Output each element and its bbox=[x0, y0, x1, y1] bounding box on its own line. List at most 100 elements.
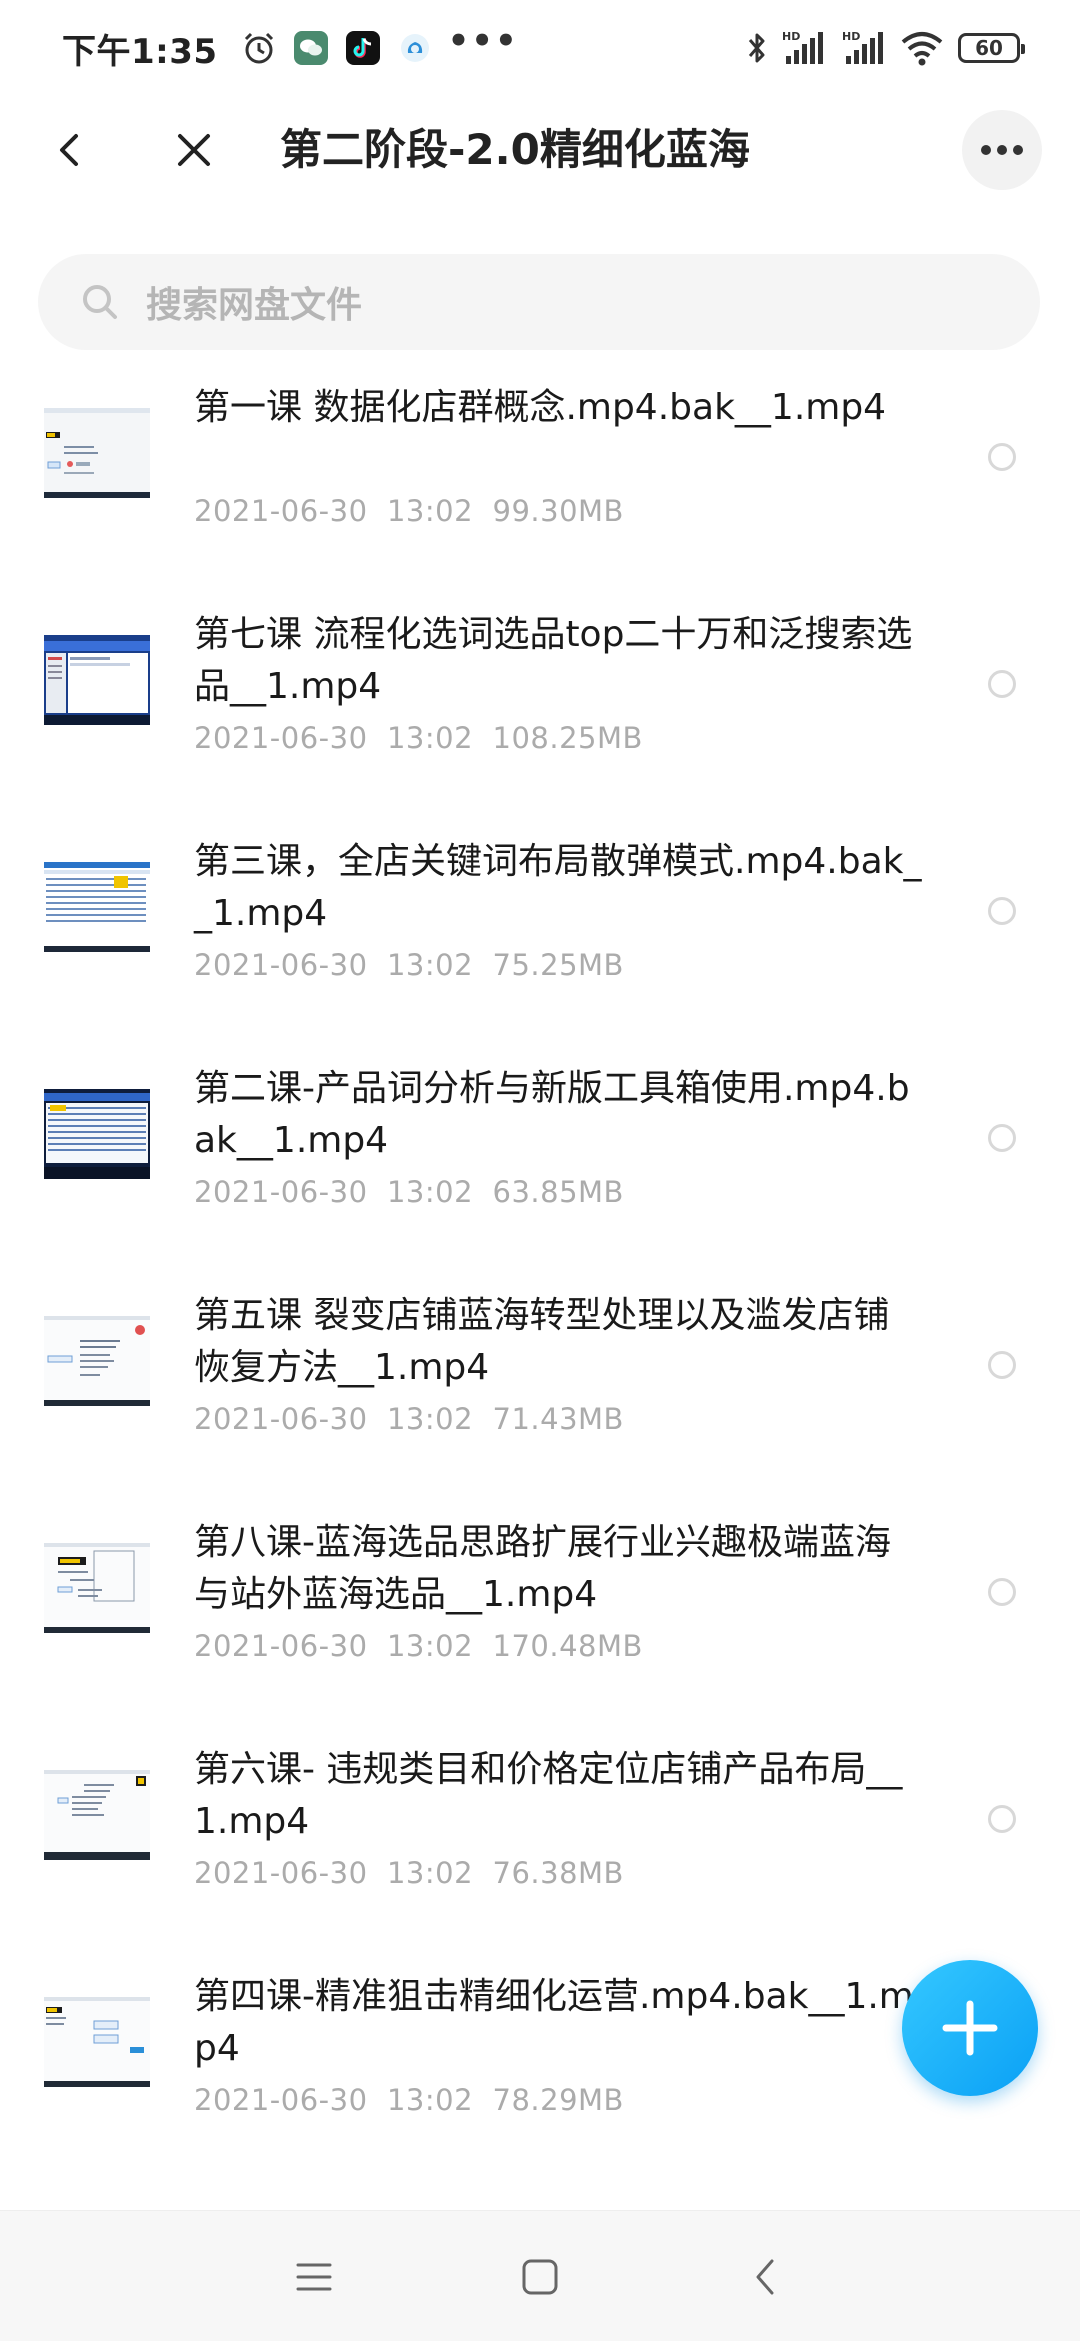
search-icon bbox=[78, 280, 122, 324]
file-size: 75.25MB bbox=[492, 948, 624, 982]
plus-icon bbox=[942, 2000, 998, 2056]
file-meta: 2021-06-30 13:02 78.29MB bbox=[194, 2083, 624, 2117]
video-thumbnail bbox=[44, 854, 150, 960]
status-time: 下午1:35 bbox=[62, 31, 218, 72]
battery-icon: 60 bbox=[958, 33, 1025, 63]
menu-icon bbox=[296, 2263, 332, 2291]
back-button[interactable] bbox=[42, 122, 98, 178]
file-date: 2021-06-30 bbox=[194, 494, 368, 528]
file-date: 2021-06-30 bbox=[194, 1402, 368, 1436]
select-checkbox[interactable] bbox=[988, 1351, 1016, 1379]
file-name: 第六课- 违规类目和价格定位店铺产品布局__1.mp4 bbox=[194, 1749, 903, 1842]
file-time: 13:02 bbox=[386, 2083, 474, 2117]
more-dots-icon: ••• bbox=[447, 21, 519, 61]
video-thumbnail bbox=[44, 1308, 150, 1414]
cloud-app-icon bbox=[396, 29, 434, 67]
svg-text:HD: HD bbox=[782, 30, 800, 43]
file-meta: 2021-06-30 13:02 99.30MB bbox=[194, 494, 624, 528]
file-name: 第五课 裂变店铺蓝海转型处理以及滥发店铺恢复方法__1.mp4 bbox=[194, 1295, 890, 1388]
file-size: 71.43MB bbox=[492, 1402, 624, 1436]
recent-apps-button[interactable] bbox=[292, 2255, 336, 2299]
home-square-icon bbox=[522, 2259, 558, 2295]
file-meta: 2021-06-30 13:02 75.25MB bbox=[194, 948, 624, 982]
file-meta: 2021-06-30 13:02 63.85MB bbox=[194, 1175, 624, 1209]
file-size: 108.25MB bbox=[492, 721, 643, 755]
chevron-left-icon bbox=[756, 2259, 774, 2295]
file-meta: 2021-06-30 13:02 71.43MB bbox=[194, 1402, 624, 1436]
file-size: 99.30MB bbox=[492, 494, 624, 528]
system-nav-bar bbox=[0, 2210, 1080, 2341]
list-item[interactable]: 第五课 裂变店铺蓝海转型处理以及滥发店铺恢复方法__1.mp4 2021-06-… bbox=[0, 1278, 1080, 1505]
video-thumbnail bbox=[44, 1081, 150, 1187]
file-name: 第三课，全店关键词布局散弹模式.mp4.bak__1.mp4 bbox=[194, 841, 922, 934]
title-bar: 第二阶段-2.0精细化蓝海 bbox=[0, 100, 1080, 200]
bluetooth-icon bbox=[746, 30, 768, 66]
status-bar: 下午1:35 ••• HD HD 60 bbox=[0, 0, 1080, 96]
file-date: 2021-06-30 bbox=[194, 1629, 368, 1663]
wechat-icon bbox=[292, 29, 330, 67]
list-item[interactable]: 第二课-产品词分析与新版工具箱使用.mp4.bak__1.mp4 2021-06… bbox=[0, 1051, 1080, 1278]
add-button[interactable] bbox=[902, 1960, 1038, 2096]
file-name: 第七课 流程化选词选品top二十万和泛搜索选品__1.mp4 bbox=[194, 614, 913, 707]
video-thumbnail bbox=[44, 1762, 150, 1868]
svg-text:HD: HD bbox=[842, 30, 860, 43]
file-list: 第一课 数据化店群概念.mp4.bak__1.mp4 2021-06-30 13… bbox=[0, 370, 1080, 2186]
close-button[interactable] bbox=[166, 122, 222, 178]
list-item[interactable]: 第八课-蓝海选品思路扩展行业兴趣极端蓝海与站外蓝海选品__1.mp4 2021-… bbox=[0, 1505, 1080, 1732]
file-date: 2021-06-30 bbox=[194, 1856, 368, 1890]
select-checkbox[interactable] bbox=[988, 670, 1016, 698]
video-thumbnail bbox=[44, 1535, 150, 1641]
list-item[interactable]: 第一课 数据化店群概念.mp4.bak__1.mp4 2021-06-30 13… bbox=[0, 370, 1080, 597]
select-checkbox[interactable] bbox=[988, 1124, 1016, 1152]
page-title: 第二阶段-2.0精细化蓝海 bbox=[280, 125, 750, 174]
battery-level: 60 bbox=[975, 36, 1003, 60]
home-button[interactable] bbox=[518, 2255, 562, 2299]
signal-hd-icon: HD bbox=[780, 28, 828, 68]
file-name: 第四课-精准狙击精细化运营.mp4.bak__1.mp4 bbox=[194, 1976, 914, 2069]
file-size: 63.85MB bbox=[492, 1175, 624, 1209]
system-back-button[interactable] bbox=[744, 2255, 788, 2299]
file-name: 第二课-产品词分析与新版工具箱使用.mp4.bak__1.mp4 bbox=[194, 1068, 910, 1161]
file-size: 76.38MB bbox=[492, 1856, 624, 1890]
list-item[interactable]: 第六课- 违规类目和价格定位店铺产品布局__1.mp4 2021-06-30 1… bbox=[0, 1732, 1080, 1959]
file-meta: 2021-06-30 13:02 76.38MB bbox=[194, 1856, 624, 1890]
alarm-icon bbox=[240, 29, 278, 67]
search-input[interactable]: 搜索网盘文件 bbox=[38, 254, 1040, 350]
select-checkbox[interactable] bbox=[988, 897, 1016, 925]
video-thumbnail bbox=[44, 627, 150, 733]
file-meta: 2021-06-30 13:02 108.25MB bbox=[194, 721, 643, 755]
file-name: 第八课-蓝海选品思路扩展行业兴趣极端蓝海与站外蓝海选品__1.mp4 bbox=[194, 1522, 891, 1615]
file-time: 13:02 bbox=[386, 1175, 474, 1209]
tiktok-icon bbox=[344, 29, 382, 67]
more-options-button[interactable] bbox=[962, 110, 1042, 190]
chevron-left-icon bbox=[60, 134, 78, 166]
file-time: 13:02 bbox=[386, 1402, 474, 1436]
video-thumbnail bbox=[44, 400, 150, 506]
list-item[interactable]: 第七课 流程化选词选品top二十万和泛搜索选品__1.mp4 2021-06-3… bbox=[0, 597, 1080, 824]
file-date: 2021-06-30 bbox=[194, 721, 368, 755]
select-checkbox[interactable] bbox=[988, 443, 1016, 471]
list-item[interactable]: 第三课，全店关键词布局散弹模式.mp4.bak__1.mp4 2021-06-3… bbox=[0, 824, 1080, 1051]
video-thumbnail bbox=[44, 1989, 150, 2095]
select-checkbox[interactable] bbox=[988, 1578, 1016, 1606]
close-icon bbox=[178, 134, 210, 166]
file-time: 13:02 bbox=[386, 1856, 474, 1890]
search-placeholder: 搜索网盘文件 bbox=[146, 285, 363, 326]
file-name: 第一课 数据化店群概念.mp4.bak__1.mp4 bbox=[194, 387, 887, 428]
status-left: 下午1:35 ••• bbox=[62, 21, 519, 73]
select-checkbox[interactable] bbox=[988, 1805, 1016, 1833]
file-meta: 2021-06-30 13:02 170.48MB bbox=[194, 1629, 643, 1663]
file-date: 2021-06-30 bbox=[194, 1175, 368, 1209]
file-date: 2021-06-30 bbox=[194, 2083, 368, 2117]
file-time: 13:02 bbox=[386, 721, 474, 755]
signal-hd-icon: HD bbox=[840, 28, 888, 68]
file-size: 78.29MB bbox=[492, 2083, 624, 2117]
wifi-icon bbox=[900, 30, 944, 66]
file-time: 13:02 bbox=[386, 948, 474, 982]
file-size: 170.48MB bbox=[492, 1629, 643, 1663]
file-date: 2021-06-30 bbox=[194, 948, 368, 982]
file-time: 13:02 bbox=[386, 494, 474, 528]
file-time: 13:02 bbox=[386, 1629, 474, 1663]
more-horizontal-icon bbox=[981, 145, 1023, 155]
status-right: HD HD 60 bbox=[734, 28, 1025, 68]
